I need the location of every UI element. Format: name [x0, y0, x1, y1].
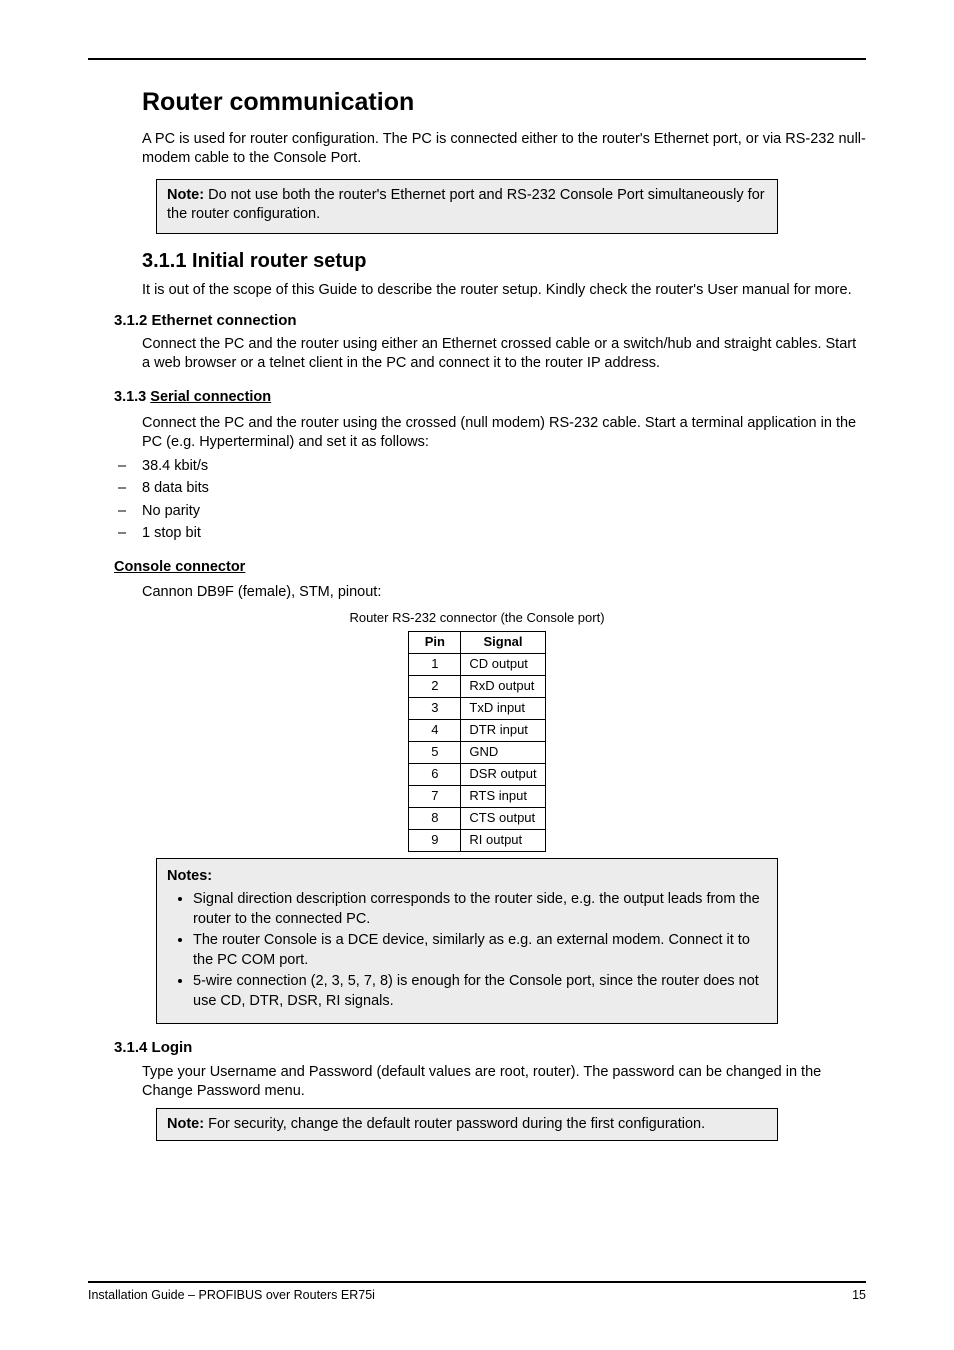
footer-rule: [88, 1281, 866, 1283]
table-row: 8CTS output: [409, 807, 545, 829]
para-initial-setup: It is out of the scope of this Guide to …: [142, 281, 866, 301]
table-row: 5GND: [409, 741, 545, 763]
heading-serial-link[interactable]: Serial connection: [150, 389, 271, 405]
heading-console-text: Console connector: [114, 559, 245, 575]
para-ethernet: Connect the PC and the router using eith…: [142, 335, 866, 374]
table-row: 3TxD input: [409, 697, 545, 719]
list-item: 38.4 kbit/s: [114, 457, 866, 477]
para-login: Type your Username and Password (default…: [142, 1063, 866, 1102]
serial-settings-list: 38.4 kbit/s 8 data bits No parity 1 stop…: [114, 457, 866, 544]
footer-page-number: 15: [852, 1287, 866, 1304]
heading-ethernet: 3.1.2 Ethernet connection: [114, 311, 866, 331]
notes-label: Notes:: [167, 868, 212, 884]
table-row: 6DSR output: [409, 763, 545, 785]
list-item: 8 data bits: [114, 479, 866, 499]
table-row: 9RI output: [409, 829, 545, 851]
heading-initial-setup: 3.1.1 Initial router setup: [142, 248, 866, 275]
intro-paragraph: A PC is used for router configuration. T…: [142, 130, 866, 169]
heading-serial: 3.1.3 Serial connection: [114, 388, 866, 408]
page-footer: Installation Guide – PROFIBUS over Route…: [88, 1281, 866, 1304]
footer-left: Installation Guide – PROFIBUS over Route…: [88, 1287, 375, 1304]
list-item: Signal direction description corresponds…: [193, 890, 767, 929]
heading-login: 3.1.4 Login: [114, 1038, 866, 1058]
table-row: 7RTS input: [409, 785, 545, 807]
list-item: No parity: [114, 502, 866, 522]
list-item: The router Console is a DCE device, simi…: [193, 931, 767, 970]
notes-list: Signal direction description corresponds…: [167, 890, 767, 1011]
note-box-password: Note: For security, change the default r…: [156, 1108, 778, 1142]
list-item: 1 stop bit: [114, 524, 866, 544]
th-signal: Signal: [461, 631, 545, 653]
heading-console-connector: Console connector: [114, 558, 866, 578]
table-header-row: Pin Signal: [409, 631, 545, 653]
list-item: 5-wire connection (2, 3, 5, 7, 8) is eno…: [193, 972, 767, 1011]
para-serial: Connect the PC and the router using the …: [142, 414, 866, 453]
note-box-single-port: Note: Do not use both the router's Ether…: [156, 179, 778, 234]
notes-box-console: Notes: Signal direction description corr…: [156, 858, 778, 1025]
top-rule: [88, 58, 866, 60]
pin-table: Pin Signal 1CD output 2RxD output 3TxD i…: [408, 631, 545, 852]
table-row: 4DTR input: [409, 719, 545, 741]
heading-serial-prefix: 3.1.3: [114, 389, 150, 405]
note-label: Note:: [167, 187, 204, 203]
note-label: Note:: [167, 1116, 204, 1132]
section-title: Router communication: [142, 86, 866, 120]
table-caption: Router RS-232 connector (the Console por…: [88, 609, 866, 627]
table-row: 1CD output: [409, 653, 545, 675]
para-console: Cannon DB9F (female), STM, pinout:: [142, 583, 866, 603]
note-body: For security, change the default router …: [208, 1116, 705, 1132]
note-body: Do not use both the router's Ethernet po…: [167, 187, 765, 223]
th-pin: Pin: [409, 631, 461, 653]
table-row: 2RxD output: [409, 675, 545, 697]
